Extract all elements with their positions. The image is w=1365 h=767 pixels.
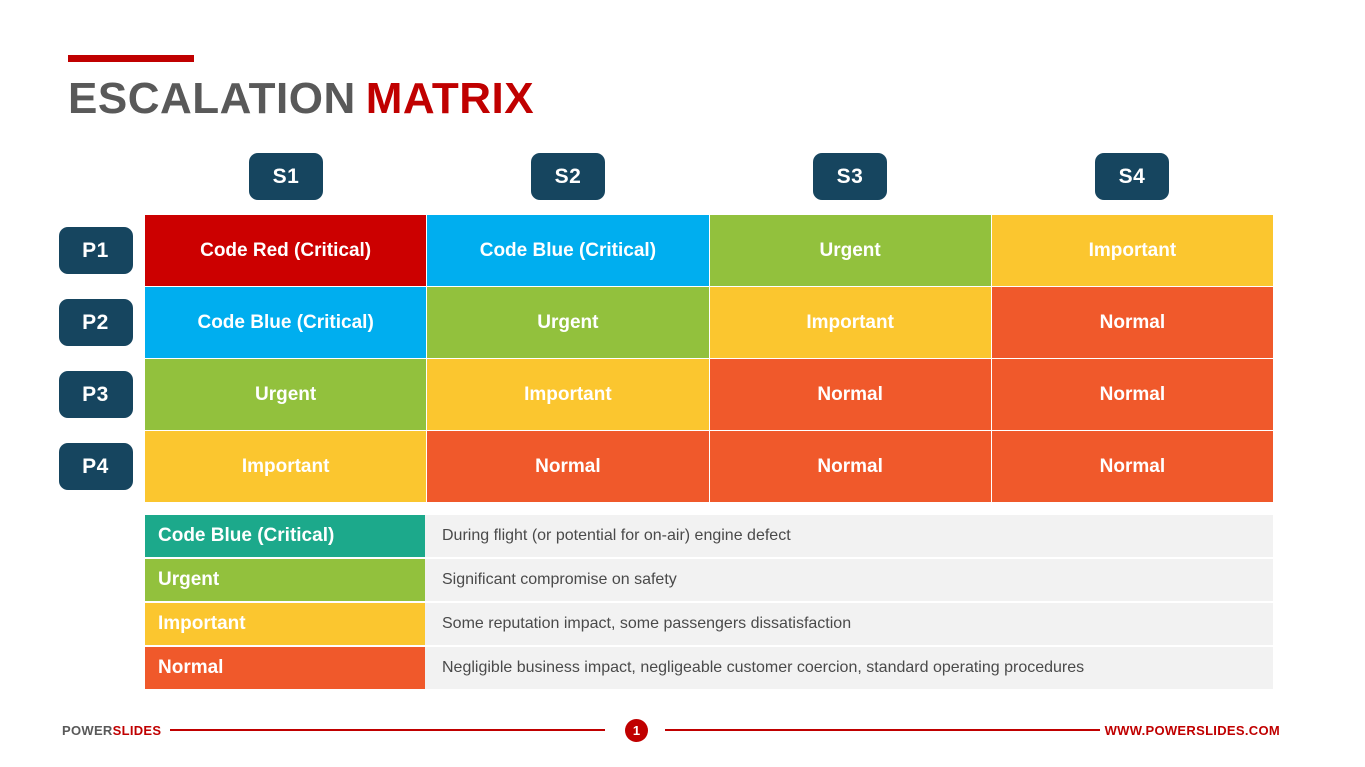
legend-label[interactable]: Normal xyxy=(145,647,425,689)
column-header-slot: S2 xyxy=(427,153,709,200)
matrix-row: Important Normal Normal Normal xyxy=(145,431,1273,502)
legend-label[interactable]: Code Blue (Critical) xyxy=(145,515,425,557)
legend-label[interactable]: Urgent xyxy=(145,559,425,601)
matrix-row: Code Blue (Critical) Urgent Important No… xyxy=(145,287,1273,358)
matrix-cell[interactable]: Urgent xyxy=(145,359,427,430)
matrix-cell[interactable]: Urgent xyxy=(709,215,991,286)
severity-legend: Code Blue (Critical) During flight (or p… xyxy=(145,515,1273,691)
page-title: ESCALATION MATRIX xyxy=(68,74,535,123)
brand-logo-first: POWER xyxy=(62,722,113,738)
matrix-cell[interactable]: Important xyxy=(709,287,991,358)
column-header-s1[interactable]: S1 xyxy=(249,153,323,200)
matrix-cell[interactable]: Important xyxy=(427,359,709,430)
column-header-s2[interactable]: S2 xyxy=(531,153,605,200)
matrix-cell[interactable]: Normal xyxy=(427,431,709,502)
page-title-accent: MATRIX xyxy=(365,74,535,123)
row-header-slot: P1 xyxy=(58,215,133,286)
column-header-s3[interactable]: S3 xyxy=(813,153,887,200)
legend-row: Important Some reputation impact, some p… xyxy=(145,603,1273,645)
matrix-cell[interactable]: Code Blue (Critical) xyxy=(427,215,709,286)
matrix-cell[interactable]: Normal xyxy=(709,359,991,430)
footer-divider-right xyxy=(665,729,1100,731)
matrix-cell[interactable]: Code Blue (Critical) xyxy=(145,287,427,358)
legend-description: Significant compromise on safety xyxy=(425,559,1273,601)
website-url[interactable]: WWW.POWERSLIDES.COM xyxy=(1105,723,1280,738)
legend-label[interactable]: Important xyxy=(145,603,425,645)
page-title-main: ESCALATION xyxy=(68,74,356,123)
matrix-cell[interactable]: Urgent xyxy=(427,287,709,358)
slide-footer: POWERSLIDES 1 WWW.POWERSLIDES.COM xyxy=(0,710,1365,750)
matrix-cell[interactable]: Code Red (Critical) xyxy=(145,215,427,286)
matrix-cell[interactable]: Normal xyxy=(991,359,1273,430)
brand-logo-second: SLIDES xyxy=(112,722,162,738)
legend-description: Negligible business impact, negligeable … xyxy=(425,647,1273,689)
column-header-slot: S1 xyxy=(145,153,427,200)
matrix-cell[interactable]: Important xyxy=(145,431,427,502)
row-header-p4[interactable]: P4 xyxy=(58,443,133,490)
legend-row: Code Blue (Critical) During flight (or p… xyxy=(145,515,1273,557)
legend-description: During flight (or potential for on-air) … xyxy=(425,515,1273,557)
legend-row: Normal Negligible business impact, negli… xyxy=(145,647,1273,689)
brand-logo: POWERSLIDES xyxy=(62,723,161,738)
matrix-cell[interactable]: Important xyxy=(991,215,1273,286)
title-block: ESCALATION MATRIX xyxy=(68,55,534,122)
matrix-row-headers: P1 P2 P3 P4 xyxy=(58,215,133,503)
matrix-cell[interactable]: Normal xyxy=(991,287,1273,358)
matrix-cell[interactable]: Normal xyxy=(991,431,1273,502)
matrix-column-headers: S1 S2 S3 S4 xyxy=(145,153,1273,200)
slide-canvas: ESCALATION MATRIX S1 S2 S3 S4 P1 P2 P3 P4 xyxy=(0,0,1365,767)
legend-row: Urgent Significant compromise on safety xyxy=(145,559,1273,601)
row-header-slot: P4 xyxy=(58,431,133,502)
matrix-cell[interactable]: Normal xyxy=(709,431,991,502)
footer-divider-left xyxy=(170,729,605,731)
row-header-p3[interactable]: P3 xyxy=(58,371,133,418)
row-header-slot: P2 xyxy=(58,287,133,358)
matrix-row: Code Red (Critical) Code Blue (Critical)… xyxy=(145,215,1273,286)
row-header-slot: P3 xyxy=(58,359,133,430)
page-number-badge: 1 xyxy=(625,718,648,742)
escalation-matrix-grid: Code Red (Critical) Code Blue (Critical)… xyxy=(145,215,1273,503)
column-header-s4[interactable]: S4 xyxy=(1095,153,1169,200)
row-header-p2[interactable]: P2 xyxy=(58,299,133,346)
matrix-row: Urgent Important Normal Normal xyxy=(145,359,1273,430)
column-header-slot: S3 xyxy=(709,153,991,200)
title-accent-rule xyxy=(68,55,194,62)
row-header-p1[interactable]: P1 xyxy=(58,227,133,274)
column-header-slot: S4 xyxy=(991,153,1273,200)
legend-description: Some reputation impact, some passengers … xyxy=(425,603,1273,645)
